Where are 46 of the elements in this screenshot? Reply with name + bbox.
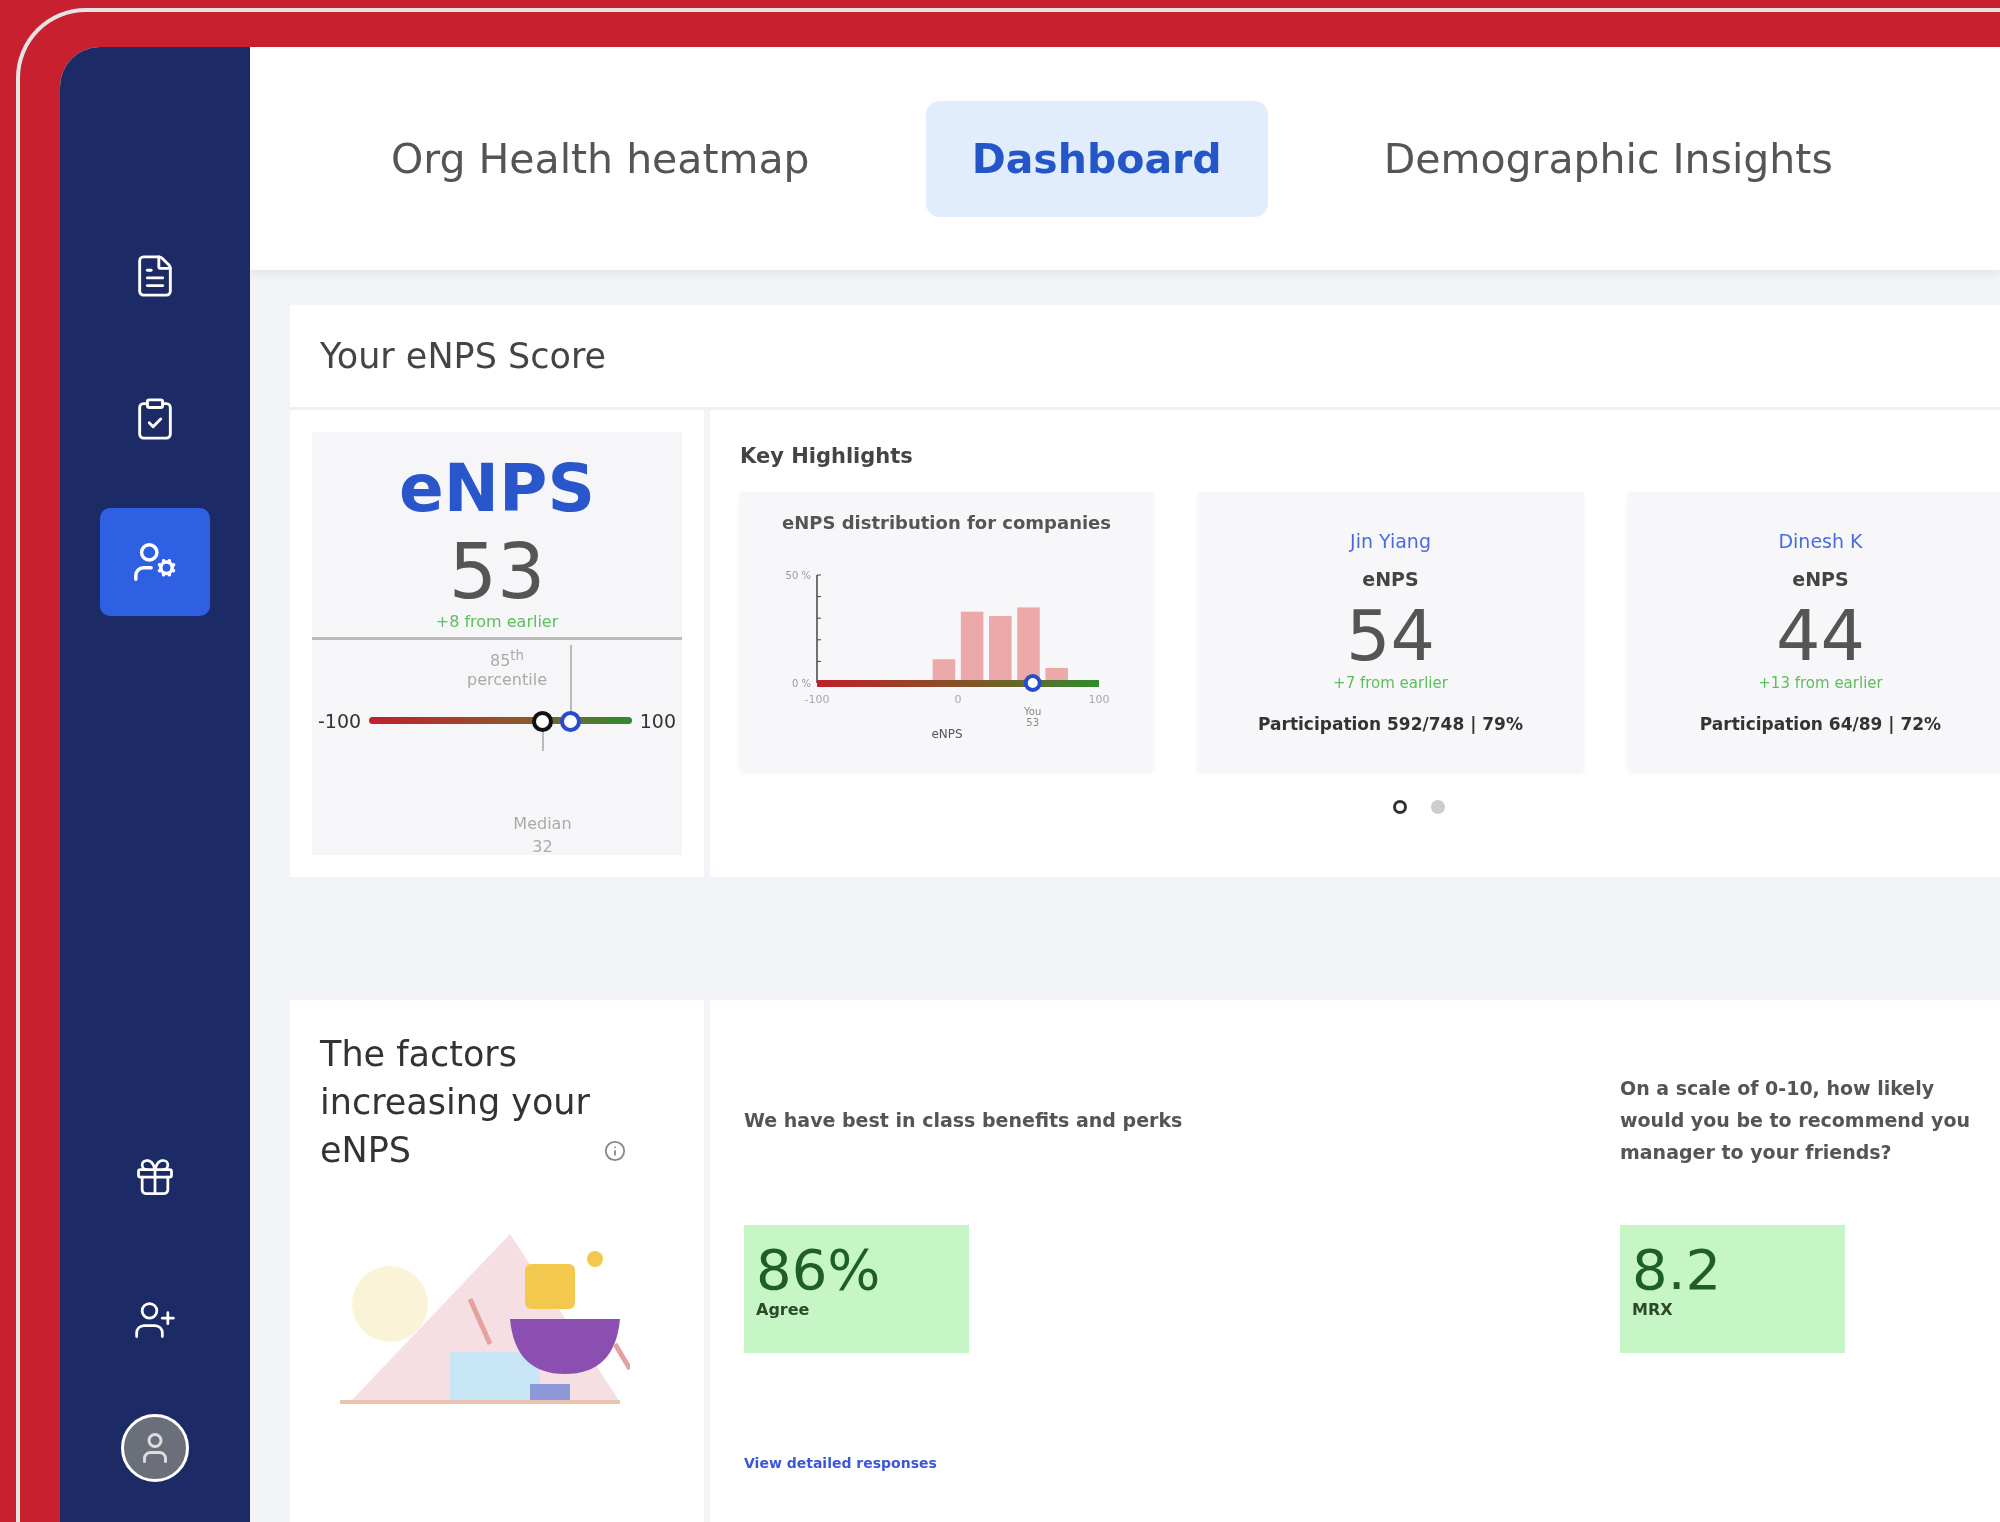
x-tick-label: 0 bbox=[954, 693, 961, 706]
section-title: The factors increasing your eNPS bbox=[320, 1032, 590, 1172]
score-marker bbox=[1023, 674, 1042, 692]
x-tick-label: -100 bbox=[804, 693, 829, 706]
pager-dot[interactable] bbox=[1431, 800, 1445, 814]
score-label: eNPS bbox=[1792, 568, 1849, 590]
result-label: MRX bbox=[1632, 1300, 1674, 1320]
detailed-responses-link[interactable]: View detailed responses bbox=[744, 1454, 1586, 1471]
question-text: On a scale of 0-10, how likely would you be to recommend you manager to your friends? bbox=[1620, 1075, 1972, 1165]
scale-max-label: 100 bbox=[639, 709, 676, 732]
median-label: Median 32 bbox=[512, 813, 573, 858]
person-name: Dinesh K bbox=[1778, 530, 1863, 552]
score-value: 53 bbox=[448, 532, 546, 612]
histogram-bar bbox=[932, 659, 955, 683]
score-value: 54 bbox=[1345, 600, 1436, 674]
marker-label: You bbox=[1023, 706, 1041, 717]
result-value: 8.2 bbox=[1632, 1238, 1723, 1301]
score-label: eNPS bbox=[399, 456, 595, 522]
question-text: We have best in class benefits and perks bbox=[744, 1107, 1184, 1133]
score-change: +8 from earlier bbox=[435, 611, 559, 631]
subsection-title: Key Highlights bbox=[740, 444, 914, 468]
result-label: Agree bbox=[756, 1300, 811, 1320]
participation-text: Participation 592/748 | 79% bbox=[1258, 713, 1523, 734]
tab[interactable]: Org Health heatmap bbox=[345, 100, 856, 217]
histogram-bar bbox=[960, 611, 983, 683]
info-icon[interactable] bbox=[604, 1139, 626, 1162]
x-tick-label: 100 bbox=[1088, 693, 1109, 706]
score-value: 44 bbox=[1775, 600, 1866, 674]
score-change: +13 from earlier bbox=[1758, 673, 1883, 692]
y-tick-label: 50 % bbox=[785, 570, 811, 581]
y-tick-label: 0 % bbox=[791, 678, 811, 689]
chart-title: eNPS distribution for companies bbox=[781, 512, 1112, 533]
pager-dot[interactable] bbox=[1393, 800, 1407, 814]
tab[interactable]: Demographic Insights bbox=[1337, 100, 1879, 217]
x-axis-label: eNPS bbox=[930, 727, 963, 741]
person-name: Jin Yiang bbox=[1350, 530, 1431, 552]
marker-label: 53 bbox=[1025, 717, 1039, 728]
tab[interactable]: Dashboard bbox=[925, 100, 1268, 217]
participation-text: Participation 64/89 | 72% bbox=[1699, 713, 1942, 734]
percentile-label: 85$^{th}$ percentile bbox=[466, 647, 548, 690]
result-value: 86% bbox=[756, 1238, 882, 1301]
histogram-bar bbox=[988, 616, 1012, 683]
scale-min-label: -100 bbox=[318, 709, 362, 732]
section-title: Your eNPS Score bbox=[290, 305, 2000, 410]
score-label: eNPS bbox=[1362, 568, 1419, 590]
score-change: +7 from earlier bbox=[1333, 673, 1448, 692]
